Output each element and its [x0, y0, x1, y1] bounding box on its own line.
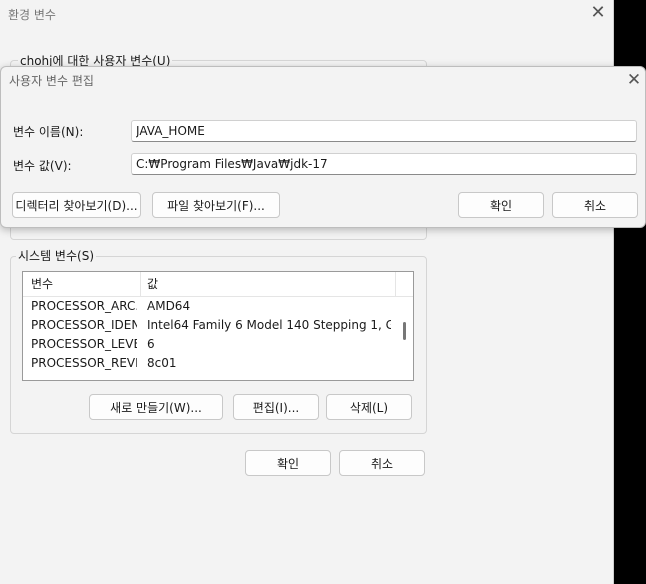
table-row[interactable]: PROCESSOR_REVI... 8c01 [23, 354, 395, 373]
dialog-title: 사용자 변수 편집 [9, 74, 94, 88]
table-row[interactable]: PROCESSOR_LEVEL 6 [23, 335, 395, 354]
ok-button[interactable]: 확인 [245, 450, 331, 476]
variable-value-input[interactable] [131, 153, 637, 175]
browse-file-button[interactable]: 파일 찾아보기(F)... [152, 192, 280, 218]
column-divider[interactable] [140, 272, 141, 296]
edit-variable-button[interactable]: 편집(I)... [233, 394, 319, 420]
variable-value: 8c01 [147, 356, 177, 370]
column-header-value[interactable]: 값 [147, 272, 158, 296]
variable-name: PROCESSOR_REVI... [31, 356, 137, 370]
table-row[interactable]: PROCESSOR_IDEN... Intel64 Family 6 Model… [23, 316, 395, 335]
window-title: 환경 변수 [8, 8, 56, 22]
variable-value-label: 변수 값(V): [13, 159, 72, 173]
close-icon[interactable]: ✕ [623, 70, 645, 90]
column-header-variable[interactable]: 변수 [31, 272, 53, 296]
close-icon[interactable]: ✕ [586, 3, 610, 23]
new-variable-button[interactable]: 새로 만들기(W)... [89, 394, 223, 420]
dialog-ok-button[interactable]: 확인 [458, 192, 544, 218]
variable-name: PROCESSOR_LEVEL [31, 337, 137, 351]
dialog-cancel-button[interactable]: 취소 [552, 192, 638, 218]
column-divider [395, 272, 396, 296]
system-variables-list[interactable]: 변수 값 PROCESSOR_ARC... AMD64 PROCESSOR_ID… [22, 271, 414, 381]
variable-name-input[interactable] [131, 120, 637, 142]
table-row[interactable]: PROCESSOR_ARC... AMD64 [23, 297, 395, 316]
variable-value: AMD64 [147, 299, 191, 313]
variable-name-label: 변수 이름(N): [13, 125, 84, 139]
list-header: 변수 값 [23, 272, 413, 297]
scrollbar-thumb[interactable] [403, 322, 406, 340]
delete-variable-button[interactable]: 삭제(L) [326, 394, 412, 420]
system-variables-label: 시스템 변수(S) [16, 247, 96, 264]
variable-name: PROCESSOR_ARC... [31, 299, 137, 313]
cancel-button[interactable]: 취소 [339, 450, 425, 476]
variable-value: Intel64 Family 6 Model 140 Stepping 1, G… [147, 318, 391, 332]
variable-name: PROCESSOR_IDEN... [31, 318, 137, 332]
edit-user-variable-dialog: 사용자 변수 편집 ✕ 변수 이름(N): 변수 값(V): 디렉터리 찾아보기… [0, 66, 646, 228]
browse-directory-button[interactable]: 디렉터리 찾아보기(D)... [12, 192, 141, 218]
variable-value: 6 [147, 337, 155, 351]
